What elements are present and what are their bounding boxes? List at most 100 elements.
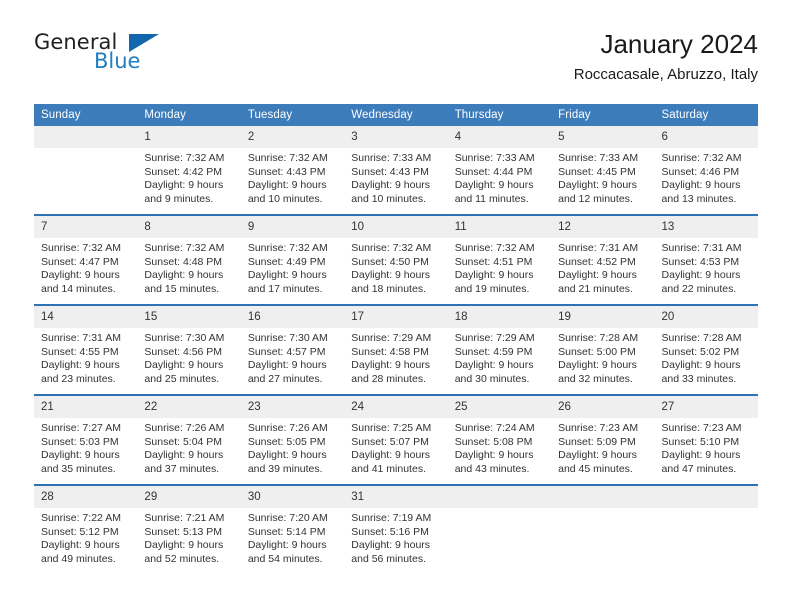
day-sunrise-text: Sunrise: 7:33 AM [351,152,432,164]
calendar-day-cell[interactable]: 16 Sunrise: 7:30 AM Sunset: 4:57 PM Dayligh… [240,304,345,395]
day-daylight-text: and 52 minutes. [144,552,220,565]
calendar-day-cell[interactable]: 5 Sunrise: 7:33 AM Sunset: 4:45 PM Daylight… [551,126,655,215]
calendar-day-cell[interactable]: 23 Sunrise: 7:26 AM Sunset: 5:05 PM Dayligh… [240,394,345,485]
day-sunrise-text: Sunrise: 7:21 AM [144,512,225,524]
calendar-day-cell[interactable]: 11 Sunrise: 7:32 AM Sunset: 4:51 PM Dayligh… [447,214,552,305]
calendar-day-cell[interactable]: 2 Sunrise: 7:32 AM Sunset: 4:43 PM Daylight… [240,126,345,215]
calendar-day-cell[interactable]: 19 Sunrise: 7:28 AM Sunset: 5:00 PM Dayligh… [551,304,655,395]
calendar-day-cell-empty [447,484,552,574]
day-sunset-text: Sunset: 5:02 PM [661,345,740,358]
calendar-day-cell[interactable]: 8 Sunrise: 7:32 AM Sunset: 4:48 PM Daylight… [137,214,241,305]
day-number: 31 [344,486,448,508]
weekday-header-monday: Monday [137,104,241,126]
day-daylight-text: Daylight: 9 hours [351,359,431,372]
calendar-day-cell[interactable]: 7 Sunrise: 7:32 AM Sunset: 4:47 PM Daylight… [34,214,138,305]
calendar-day-cell[interactable]: 1 Sunrise: 7:32 AM Sunset: 4:42 PM Daylight… [137,126,241,215]
day-number [654,486,758,508]
day-daylight-text: Daylight: 9 hours [351,539,431,552]
day-sunrise-text: Sunrise: 7:32 AM [454,242,535,254]
day-sunrise-text: Sunrise: 7:23 AM [558,422,639,434]
day-daylight-text: Daylight: 9 hours [247,449,327,462]
day-daylight-text: Daylight: 9 hours [144,449,224,462]
calendar-day-cell[interactable]: 30 Sunrise: 7:20 AM Sunset: 5:14 PM Dayligh… [240,484,345,574]
day-daylight-text: Daylight: 9 hours [247,179,327,192]
weekday-header-saturday: Saturday [654,104,758,126]
day-sunset-text: Sunset: 4:44 PM [454,165,533,178]
day-number: 22 [137,396,241,418]
day-details: Sunrise: 7:20 AM Sunset: 5:14 PM Daylight:… [241,508,344,566]
day-daylight-text: and 28 minutes. [351,372,426,385]
day-daylight-text: Daylight: 9 hours [247,539,327,552]
day-daylight-text: and 32 minutes. [558,372,633,385]
day-daylight-text: and 43 minutes. [454,462,530,475]
day-sunrise-text: Sunrise: 7:20 AM [247,512,328,524]
calendar-day-cell[interactable]: 31 Sunrise: 7:19 AM Sunset: 5:16 PM Dayligh… [344,484,448,574]
day-daylight-text: and 13 minutes. [661,192,737,205]
day-number: 3 [344,126,448,148]
day-daylight-text: Daylight: 9 hours [661,449,741,462]
day-number: 11 [447,216,552,238]
calendar-day-cell-empty [654,484,758,574]
day-number: 9 [240,216,345,238]
day-number: 24 [344,396,448,418]
calendar-day-cell[interactable]: 12 Sunrise: 7:31 AM Sunset: 4:52 PM Dayligh… [551,214,655,305]
calendar-day-cell[interactable]: 9 Sunrise: 7:32 AM Sunset: 4:49 PM Daylight… [240,214,345,305]
day-sunset-text: Sunset: 4:56 PM [144,345,223,358]
day-sunrise-text: Sunrise: 7:29 AM [351,332,432,344]
day-daylight-text: Daylight: 9 hours [661,179,741,192]
day-daylight-text: and 56 minutes. [351,552,426,565]
calendar-day-cell[interactable]: 29 Sunrise: 7:21 AM Sunset: 5:13 PM Dayligh… [137,484,241,574]
day-daylight-text: Daylight: 9 hours [144,359,224,372]
calendar-day-cell[interactable]: 26 Sunrise: 7:23 AM Sunset: 5:09 PM Dayligh… [551,394,655,485]
day-daylight-text: Daylight: 9 hours [454,269,534,282]
day-sunset-text: Sunset: 5:05 PM [247,435,326,448]
day-daylight-text: and 37 minutes. [144,462,220,475]
day-number: 16 [240,306,345,328]
calendar-day-cell[interactable]: 17 Sunrise: 7:29 AM Sunset: 4:58 PM Dayligh… [344,304,448,395]
day-number [551,486,655,508]
calendar-day-cell[interactable]: 6 Sunrise: 7:32 AM Sunset: 4:46 PM Daylight… [654,126,758,215]
day-sunset-text: Sunset: 4:59 PM [454,345,533,358]
day-number: 13 [654,216,758,238]
calendar-day-cell[interactable]: 24 Sunrise: 7:25 AM Sunset: 5:07 PM Dayligh… [344,394,448,485]
day-details: Sunrise: 7:28 AM Sunset: 5:00 PM Daylight:… [551,328,654,386]
day-sunrise-text: Sunrise: 7:31 AM [41,332,121,344]
day-number: 10 [344,216,448,238]
day-number: 20 [654,306,758,328]
day-details: Sunrise: 7:30 AM Sunset: 4:56 PM Daylight:… [137,328,240,386]
calendar-day-cell[interactable]: 14 Sunrise: 7:31 AM Sunset: 4:55 PM Dayligh… [34,304,138,395]
day-details: Sunrise: 7:31 AM Sunset: 4:53 PM Daylight:… [655,238,758,296]
day-daylight-text: and 22 minutes. [661,282,737,295]
calendar-day-cell[interactable]: 4 Sunrise: 7:33 AM Sunset: 4:44 PM Daylight… [447,126,552,215]
day-daylight-text: Daylight: 9 hours [41,359,120,372]
day-details: Sunrise: 7:32 AM Sunset: 4:46 PM Daylight:… [655,148,758,206]
day-daylight-text: and 30 minutes. [454,372,530,385]
day-details: Sunrise: 7:32 AM Sunset: 4:51 PM Daylight:… [448,238,551,296]
day-sunset-text: Sunset: 4:48 PM [144,255,223,268]
calendar-day-cell[interactable]: 13 Sunrise: 7:31 AM Sunset: 4:53 PM Dayligh… [654,214,758,305]
day-number: 5 [551,126,655,148]
calendar-day-cell[interactable]: 3 Sunrise: 7:33 AM Sunset: 4:43 PM Daylight… [344,126,448,215]
calendar-week-row: 1 Sunrise: 7:32 AM Sunset: 4:42 PM Daylight… [34,126,758,215]
day-details: Sunrise: 7:26 AM Sunset: 5:04 PM Daylight:… [137,418,240,476]
calendar-day-cell[interactable]: 27 Sunrise: 7:23 AM Sunset: 5:10 PM Dayligh… [654,394,758,485]
day-number [34,126,138,148]
calendar-day-cell[interactable]: 21 Sunrise: 7:27 AM Sunset: 5:03 PM Dayligh… [34,394,138,485]
calendar-day-cell[interactable]: 10 Sunrise: 7:32 AM Sunset: 4:50 PM Dayligh… [344,214,448,305]
calendar-day-cell[interactable]: 28 Sunrise: 7:22 AM Sunset: 5:12 PM Dayligh… [34,484,138,574]
day-sunset-text: Sunset: 4:47 PM [41,255,119,268]
day-number: 29 [137,486,241,508]
day-number: 23 [240,396,345,418]
calendar-day-cell[interactable]: 25 Sunrise: 7:24 AM Sunset: 5:08 PM Dayligh… [447,394,552,485]
calendar-day-cell-empty [551,484,655,574]
calendar-day-cell[interactable]: 15 Sunrise: 7:30 AM Sunset: 4:56 PM Dayligh… [137,304,241,395]
calendar-day-cell[interactable]: 20 Sunrise: 7:28 AM Sunset: 5:02 PM Dayligh… [654,304,758,395]
day-number: 21 [34,396,138,418]
day-sunrise-text: Sunrise: 7:19 AM [351,512,432,524]
day-number: 19 [551,306,655,328]
day-daylight-text: Daylight: 9 hours [351,269,431,282]
day-daylight-text: Daylight: 9 hours [351,179,431,192]
day-details: Sunrise: 7:31 AM Sunset: 4:52 PM Daylight:… [551,238,654,296]
calendar-day-cell[interactable]: 18 Sunrise: 7:29 AM Sunset: 4:59 PM Dayligh… [447,304,552,395]
calendar-day-cell[interactable]: 22 Sunrise: 7:26 AM Sunset: 5:04 PM Dayligh… [137,394,241,485]
